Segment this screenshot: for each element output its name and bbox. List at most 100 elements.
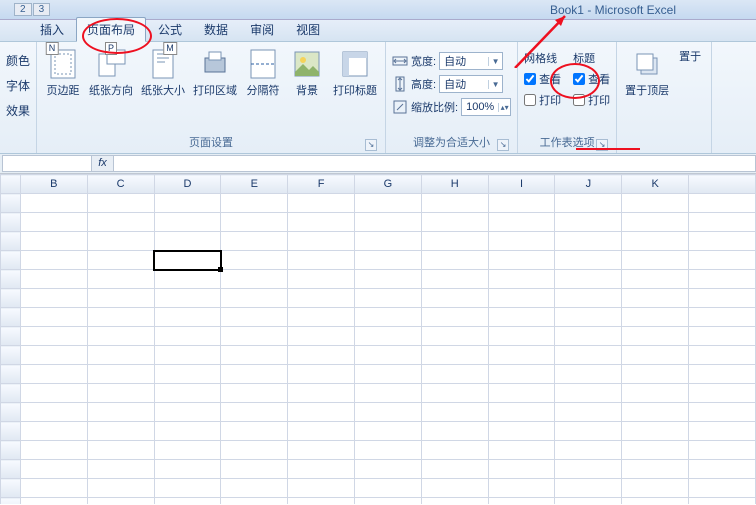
cell[interactable]: [87, 441, 154, 460]
cell[interactable]: [555, 270, 622, 289]
cell[interactable]: [555, 365, 622, 384]
label-colors[interactable]: 颜色: [6, 52, 30, 69]
cell[interactable]: [221, 270, 288, 289]
cell[interactable]: [488, 403, 555, 422]
print-titles-button[interactable]: 打印标题: [331, 46, 379, 100]
cell[interactable]: [555, 346, 622, 365]
cell[interactable]: [488, 194, 555, 213]
cell[interactable]: [221, 194, 288, 213]
cell[interactable]: [355, 270, 422, 289]
cell[interactable]: [622, 498, 689, 505]
cell[interactable]: [488, 422, 555, 441]
checkbox[interactable]: [524, 94, 536, 106]
column-header[interactable]: B: [20, 175, 87, 194]
cell[interactable]: [288, 422, 355, 441]
row-header[interactable]: [1, 479, 21, 498]
cell[interactable]: [555, 441, 622, 460]
cell[interactable]: [154, 422, 221, 441]
cell[interactable]: [154, 213, 221, 232]
dialog-launcher[interactable]: ↘: [596, 139, 608, 151]
row-header[interactable]: [1, 232, 21, 251]
cell[interactable]: [20, 270, 87, 289]
cell[interactable]: [421, 365, 488, 384]
cell[interactable]: [488, 289, 555, 308]
cell[interactable]: [421, 384, 488, 403]
row-header[interactable]: [1, 403, 21, 422]
cell[interactable]: [87, 460, 154, 479]
cell[interactable]: [288, 479, 355, 498]
column-header[interactable]: J: [555, 175, 622, 194]
cell[interactable]: [488, 498, 555, 505]
cell[interactable]: [355, 232, 422, 251]
tab-home[interactable]: [8, 35, 28, 41]
cell[interactable]: [355, 479, 422, 498]
tab-view[interactable]: 视图: [286, 18, 330, 41]
worksheet-grid[interactable]: BCDEFGHIJK: [0, 174, 756, 504]
checkbox[interactable]: [573, 73, 585, 85]
height-combo[interactable]: 自动▼: [439, 75, 503, 93]
cell[interactable]: [20, 308, 87, 327]
cell[interactable]: [555, 403, 622, 422]
row-header[interactable]: [1, 498, 21, 505]
cell[interactable]: [622, 422, 689, 441]
cell[interactable]: [421, 194, 488, 213]
column-header[interactable]: I: [488, 175, 555, 194]
cell[interactable]: [20, 213, 87, 232]
cell[interactable]: [421, 460, 488, 479]
cell[interactable]: [355, 251, 422, 270]
cell[interactable]: [20, 441, 87, 460]
cell[interactable]: [221, 232, 288, 251]
cell[interactable]: [87, 403, 154, 422]
cell[interactable]: [555, 232, 622, 251]
headings-view-checkbox[interactable]: 查看: [573, 71, 610, 87]
cell[interactable]: [355, 403, 422, 422]
row-header[interactable]: [1, 441, 21, 460]
bring-to-front-button[interactable]: 置于顶层: [623, 46, 671, 100]
cell[interactable]: [488, 365, 555, 384]
column-header[interactable]: F: [288, 175, 355, 194]
cell[interactable]: [154, 346, 221, 365]
cell[interactable]: [154, 270, 221, 289]
dialog-launcher[interactable]: ↘: [365, 139, 377, 151]
cell[interactable]: [221, 251, 288, 270]
column-header[interactable]: C: [87, 175, 154, 194]
tab-insert[interactable]: 插入 N: [30, 18, 74, 41]
row-header[interactable]: [1, 289, 21, 308]
cell[interactable]: [622, 194, 689, 213]
cell[interactable]: [421, 232, 488, 251]
cell[interactable]: [555, 479, 622, 498]
row-header[interactable]: [1, 422, 21, 441]
cell[interactable]: [288, 346, 355, 365]
label-fonts[interactable]: 字体: [6, 77, 30, 94]
cell[interactable]: [622, 213, 689, 232]
cell[interactable]: [421, 441, 488, 460]
cell[interactable]: [288, 251, 355, 270]
name-box[interactable]: [2, 155, 92, 172]
headings-print-checkbox[interactable]: 打印: [573, 92, 610, 108]
tab-review[interactable]: 审阅: [240, 18, 284, 41]
cell[interactable]: [87, 194, 154, 213]
cell[interactable]: [488, 251, 555, 270]
cell[interactable]: [355, 327, 422, 346]
cell[interactable]: [355, 194, 422, 213]
row-header[interactable]: [1, 460, 21, 479]
cell[interactable]: [20, 346, 87, 365]
cell[interactable]: [154, 232, 221, 251]
cell[interactable]: [221, 460, 288, 479]
column-header[interactable]: H: [421, 175, 488, 194]
cell[interactable]: [555, 213, 622, 232]
cell[interactable]: [622, 346, 689, 365]
cell[interactable]: [221, 327, 288, 346]
row-header[interactable]: [1, 346, 21, 365]
cell[interactable]: [355, 213, 422, 232]
cell[interactable]: [622, 270, 689, 289]
cell[interactable]: [488, 270, 555, 289]
cell[interactable]: [154, 289, 221, 308]
cell[interactable]: [87, 384, 154, 403]
cell[interactable]: [20, 479, 87, 498]
cell[interactable]: [622, 327, 689, 346]
cell[interactable]: [555, 384, 622, 403]
cell[interactable]: [20, 460, 87, 479]
column-header[interactable]: E: [221, 175, 288, 194]
row-header[interactable]: [1, 365, 21, 384]
